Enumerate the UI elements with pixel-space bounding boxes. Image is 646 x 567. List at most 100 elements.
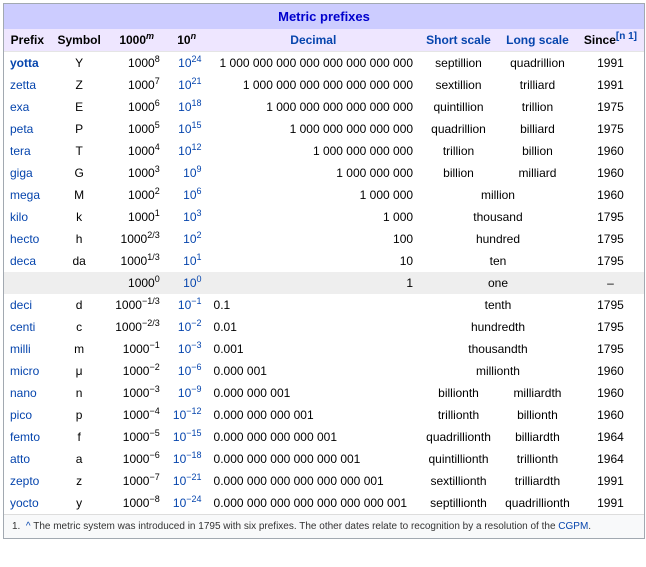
table-row: yottaY1000810241 000 000 000 000 000 000… (4, 52, 644, 75)
prefix-link[interactable]: hecto (10, 232, 39, 246)
decimal-cell: 0.000 000 000 000 000 000 000 001 (208, 492, 420, 514)
since-cell: 1991 (577, 74, 644, 96)
symbol-cell: G (51, 162, 108, 184)
col-long-scale[interactable]: Long scale (498, 29, 577, 52)
long-scale-cell: billionth (498, 404, 577, 426)
footnote-cgpm-link[interactable]: CGPM (558, 521, 588, 532)
since-cell: 1991 (577, 492, 644, 514)
since-cell: – (577, 272, 644, 294)
short-scale-cell: trillion (419, 140, 498, 162)
short-scale-cell: quadrillion (419, 118, 498, 140)
prefix-link[interactable]: pico (10, 408, 32, 422)
table-row: megaM100021061 000 000million1960 (4, 184, 644, 206)
prefix-link[interactable]: atto (10, 452, 30, 466)
symbol-cell: m (51, 338, 108, 360)
power-10-cell[interactable]: 10−24 (166, 492, 208, 514)
prefix-link[interactable]: deci (10, 298, 32, 312)
long-scale-cell: billiard (498, 118, 577, 140)
prefix-link[interactable]: zepto (10, 474, 39, 488)
power-10-cell[interactable]: 10−2 (166, 316, 208, 338)
power-1000-cell: 1000−8 (108, 492, 166, 514)
decimal-cell: 1 000 000 000 000 000 000 000 000 (208, 52, 420, 75)
prefix-link[interactable]: yotta (10, 56, 39, 70)
power-10-cell[interactable]: 1021 (166, 74, 208, 96)
prefix-link[interactable]: deca (10, 254, 36, 268)
symbol-cell (51, 272, 108, 294)
table-row: attoa1000−610−180.000 000 000 000 000 00… (4, 448, 644, 470)
long-scale-cell: billion (498, 140, 577, 162)
symbol-cell: M (51, 184, 108, 206)
prefix-link[interactable]: giga (10, 166, 33, 180)
prefix-link[interactable]: exa (10, 100, 29, 114)
long-scale-cell: trillionth (498, 448, 577, 470)
power-10-cell[interactable]: 1024 (166, 52, 208, 75)
col-decimal[interactable]: Decimal (208, 29, 420, 52)
symbol-cell: Y (51, 52, 108, 75)
prefix-link[interactable]: zetta (10, 78, 36, 92)
decimal-cell: 0.000 000 000 000 000 001 (208, 448, 420, 470)
power-10-cell[interactable]: 106 (166, 184, 208, 206)
power-10-cell[interactable]: 1015 (166, 118, 208, 140)
short-scale-cell: quadrillionth (419, 426, 498, 448)
scale-merged-cell: tenth (419, 294, 577, 316)
prefix-link[interactable]: nano (10, 386, 37, 400)
since-cell: 1795 (577, 228, 644, 250)
table-row: gigaG100031091 000 000 000billionmilliar… (4, 162, 644, 184)
power-10-cell[interactable]: 103 (166, 206, 208, 228)
col-short-scale[interactable]: Short scale (419, 29, 498, 52)
since-cell: 1960 (577, 404, 644, 426)
long-scale-cell: quadrillion (498, 52, 577, 75)
since-cell: 1975 (577, 118, 644, 140)
col-since: Since[n 1] (577, 29, 644, 52)
power-1000-cell: 10005 (108, 118, 166, 140)
power-10-cell[interactable]: 10−6 (166, 360, 208, 382)
power-10-cell[interactable]: 100 (166, 272, 208, 294)
power-10-cell[interactable]: 10−21 (166, 470, 208, 492)
symbol-cell: k (51, 206, 108, 228)
power-1000-cell: 10001 (108, 206, 166, 228)
table-row: exaE1000610181 000 000 000 000 000 000qu… (4, 96, 644, 118)
power-10-cell[interactable]: 10−12 (166, 404, 208, 426)
long-scale-cell: milliard (498, 162, 577, 184)
table-row: nanon1000−310−90.000 000 001billionthmil… (4, 382, 644, 404)
decimal-cell: 1 000 000 000 000 000 000 (208, 96, 420, 118)
scale-merged-cell: hundredth (419, 316, 577, 338)
decimal-cell: 0.1 (208, 294, 420, 316)
power-10-cell[interactable]: 10−3 (166, 338, 208, 360)
prefix-link[interactable]: milli (10, 342, 31, 356)
symbol-cell: da (51, 250, 108, 272)
power-1000-cell: 1000−5 (108, 426, 166, 448)
symbol-cell: E (51, 96, 108, 118)
power-1000-cell: 1000−2/3 (108, 316, 166, 338)
power-10-cell[interactable]: 10−18 (166, 448, 208, 470)
prefix-link[interactable]: kilo (10, 210, 28, 224)
long-scale-cell: milliardth (498, 382, 577, 404)
power-10-cell[interactable]: 101 (166, 250, 208, 272)
since-cell: 1795 (577, 206, 644, 228)
table-row: petaP1000510151 000 000 000 000 000quadr… (4, 118, 644, 140)
prefix-link[interactable]: micro (10, 364, 39, 378)
since-cell: 1964 (577, 426, 644, 448)
scale-merged-cell: one (419, 272, 577, 294)
long-scale-cell: billiardth (498, 426, 577, 448)
power-10-cell[interactable]: 1012 (166, 140, 208, 162)
since-cell: 1964 (577, 448, 644, 470)
power-10-cell[interactable]: 102 (166, 228, 208, 250)
power-10-cell[interactable]: 10−15 (166, 426, 208, 448)
prefix-link[interactable]: femto (10, 430, 40, 444)
power-10-cell[interactable]: 10−9 (166, 382, 208, 404)
prefix-link[interactable]: yocto (10, 496, 39, 510)
since-footnote-ref[interactable]: [n 1] (616, 31, 637, 42)
table-row: zettaZ1000710211 000 000 000 000 000 000… (4, 74, 644, 96)
power-1000-cell: 10000 (108, 272, 166, 294)
prefix-link[interactable]: peta (10, 122, 33, 136)
prefix-link[interactable]: centi (10, 320, 35, 334)
table-row: 100001001one– (4, 272, 644, 294)
power-10-cell[interactable]: 10−1 (166, 294, 208, 316)
table-row: centic1000−2/310−20.01hundredth1795 (4, 316, 644, 338)
prefix-link[interactable]: mega (10, 188, 40, 202)
prefix-link[interactable]: tera (10, 144, 31, 158)
power-10-cell[interactable]: 109 (166, 162, 208, 184)
power-10-cell[interactable]: 1018 (166, 96, 208, 118)
decimal-cell: 1 000 (208, 206, 420, 228)
